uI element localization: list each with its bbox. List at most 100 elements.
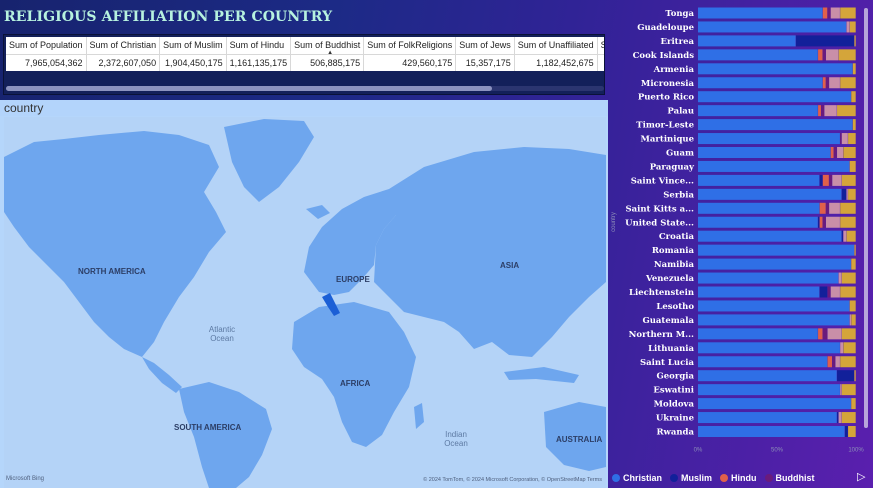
bar-segment-christian-ukraine[interactable] <box>698 412 837 424</box>
summary-table[interactable]: Sum of Population Sum of Christian Sum o… <box>6 37 604 71</box>
bar-segment-other-tonga[interactable] <box>830 7 840 19</box>
bar-segment-unaffiliated-rwanda[interactable] <box>848 426 856 437</box>
bar-segment-unaffiliated-serbia[interactable] <box>848 188 856 200</box>
bar-segment-christian-guadeloupe[interactable] <box>698 21 847 33</box>
bar-segment-hindu-saint-kitts-a[interactable] <box>819 202 826 214</box>
bar-segment-unaffiliated-venezuela[interactable] <box>841 272 856 284</box>
bar-segment-unaffiliated-paraguay[interactable] <box>849 160 856 172</box>
bar-segment-christian-saint-vince[interactable] <box>698 174 820 186</box>
bar-segment-muslim-ukraine[interactable] <box>837 412 839 424</box>
bar-segment-other-venezuela[interactable] <box>838 272 842 284</box>
bar-segment-christian-martinique[interactable] <box>698 133 840 145</box>
bar-segment-other-saint-lucia[interactable] <box>835 356 840 368</box>
legend-item-muslim[interactable]: Muslim <box>670 473 712 483</box>
bar-segment-christian-northern-m[interactable] <box>698 328 818 340</box>
column-header-muslim[interactable]: Sum of Muslim <box>159 37 227 55</box>
legend-item-buddhist[interactable]: Buddhist <box>764 473 815 483</box>
bar-segment-buddhist-saint-kitts-a[interactable] <box>825 202 829 214</box>
bar-segment-christian-namibia[interactable] <box>698 258 851 270</box>
bar-segment-unaffiliated-guatemala[interactable] <box>851 314 856 326</box>
bar-segment-other-guatemala[interactable] <box>849 314 851 326</box>
legend-item-hindu[interactable]: Hindu <box>720 473 757 483</box>
world-map[interactable]: NORTH AMERICA EUROPE ASIA AFRICA SOUTH A… <box>4 117 606 488</box>
bar-segment-christian-eritrea[interactable] <box>698 35 796 47</box>
bar-segment-christian-saint-kitts-a[interactable] <box>698 202 820 214</box>
bar-segment-christian-guam[interactable] <box>698 147 831 158</box>
bar-segment-other-guam[interactable] <box>837 147 844 158</box>
bar-segment-unaffiliated-saint-lucia[interactable] <box>840 356 856 368</box>
bar-segment-unaffiliated-martinique[interactable] <box>848 133 856 145</box>
bar-segment-christian-romania[interactable] <box>698 244 855 256</box>
bar-segment-unaffiliated-palau[interactable] <box>837 105 856 117</box>
bar-segment-buddhist-micronesia[interactable] <box>825 77 829 89</box>
bar-segment-muslim-saint-vince[interactable] <box>819 174 823 186</box>
bar-segment-other-liechtenstein[interactable] <box>830 286 840 298</box>
bar-segment-christian-tonga[interactable] <box>698 7 823 19</box>
bar-segment-buddhist-saint-lucia[interactable] <box>832 356 836 368</box>
bar-segment-christian-liechtenstein[interactable] <box>698 286 820 298</box>
bar-segment-unaffiliated-northern-m[interactable] <box>841 328 856 340</box>
bar-segment-buddhist-saint-vince[interactable] <box>829 174 832 186</box>
bar-segment-other-saint-vince[interactable] <box>832 174 842 186</box>
bar-segment-unaffiliated-saint-vince[interactable] <box>841 174 856 186</box>
bar-segment-christian-lesotho[interactable] <box>698 300 850 312</box>
column-header-christian[interactable]: Sum of Christian <box>86 37 161 55</box>
bar-segment-unaffiliated-lesotho[interactable] <box>849 300 856 312</box>
bar-segment-hindu-united-state[interactable] <box>819 216 823 228</box>
bar-segment-christian-paraguay[interactable] <box>698 160 850 172</box>
bar-segment-unaffiliated-cook-islands[interactable] <box>838 49 856 61</box>
bar-segment-muslim-liechtenstein[interactable] <box>819 286 828 298</box>
bar-segment-christian-timor-leste[interactable] <box>698 119 853 131</box>
bar-segment-unaffiliated-ukraine[interactable] <box>841 412 856 424</box>
bar-segment-buddhist-guam[interactable] <box>833 147 837 158</box>
bar-segment-unaffiliated-croatia[interactable] <box>846 230 856 242</box>
bar-segment-buddhist-liechtenstein[interactable] <box>827 286 831 298</box>
bar-segment-unaffiliated-lithuania[interactable] <box>843 342 856 354</box>
bar-segment-christian-micronesia[interactable] <box>698 77 823 89</box>
bar-segment-hindu-northern-m[interactable] <box>818 328 823 340</box>
map-credit[interactable]: © 2024 TomTom, © 2024 Microsoft Corporat… <box>423 477 602 483</box>
bar-segment-unaffiliated-timor-leste[interactable] <box>852 119 856 131</box>
bar-segment-muslim-united-state[interactable] <box>818 216 820 228</box>
bar-segment-other-croatia[interactable] <box>843 230 847 242</box>
bar-segment-muslim-croatia[interactable] <box>841 230 844 242</box>
bar-segment-christian-saint-lucia[interactable] <box>698 356 828 368</box>
bar-segment-muslim-rwanda[interactable] <box>844 426 848 437</box>
bar-segment-unaffiliated-liechtenstein[interactable] <box>840 286 856 298</box>
bar-segment-hindu-micronesia[interactable] <box>822 77 826 89</box>
bar-segment-buddhist-martinique[interactable] <box>840 133 842 145</box>
bar-segment-hindu-saint-lucia[interactable] <box>827 356 832 368</box>
bar-segment-christian-eswatini[interactable] <box>698 384 840 396</box>
column-header-jews[interactable]: Sum of Jews <box>455 37 515 55</box>
bar-segment-other-northern-m[interactable] <box>827 328 842 340</box>
bar-segment-christian-united-state[interactable] <box>698 216 818 228</box>
bar-segment-unaffiliated-guadeloupe[interactable] <box>849 21 856 33</box>
column-header-unaffiliated[interactable]: Sum of Unaffiliated <box>514 37 598 55</box>
bar-segment-christian-armenia[interactable] <box>698 63 853 75</box>
bar-segment-christian-venezuela[interactable] <box>698 272 839 284</box>
bar-segment-unaffiliated-united-state[interactable] <box>840 216 856 228</box>
bar-segment-hindu-palau[interactable] <box>818 105 821 117</box>
table-horizontal-scrollbar[interactable] <box>6 86 604 91</box>
bar-segment-other-martinique[interactable] <box>841 133 848 145</box>
bar-segment-hindu-cook-islands[interactable] <box>818 49 823 61</box>
bar-segment-christian-lithuania[interactable] <box>698 342 840 354</box>
bar-segment-buddhist-palau[interactable] <box>821 105 825 117</box>
bar-segment-buddhist-tonga[interactable] <box>827 7 831 19</box>
bar-segment-buddhist-cook-islands[interactable] <box>822 49 826 61</box>
bar-segment-muslim-georgia[interactable] <box>837 370 855 382</box>
bar-segment-unaffiliated-moldova[interactable] <box>851 398 856 410</box>
bar-segment-hindu-tonga[interactable] <box>822 7 828 19</box>
bar-segment-muslim-serbia[interactable] <box>841 188 847 200</box>
bar-segment-unaffiliated-tonga[interactable] <box>840 7 856 19</box>
bar-segment-christian-serbia[interactable] <box>698 188 842 200</box>
bar-segment-unaffiliated-puerto-rico[interactable] <box>851 91 856 103</box>
bar-segment-muslim-eritrea[interactable] <box>795 35 855 47</box>
bar-segment-unaffiliated-eritrea[interactable] <box>854 35 856 47</box>
bar-segment-other-cook-islands[interactable] <box>825 49 839 61</box>
bar-segment-unaffiliated-romania[interactable] <box>854 244 856 256</box>
bar-segment-unaffiliated-guam[interactable] <box>843 147 856 158</box>
bar-segment-other-lithuania[interactable] <box>840 342 844 354</box>
bar-segment-unaffiliated-armenia[interactable] <box>852 63 856 75</box>
bar-segment-unaffiliated-namibia[interactable] <box>851 258 856 270</box>
